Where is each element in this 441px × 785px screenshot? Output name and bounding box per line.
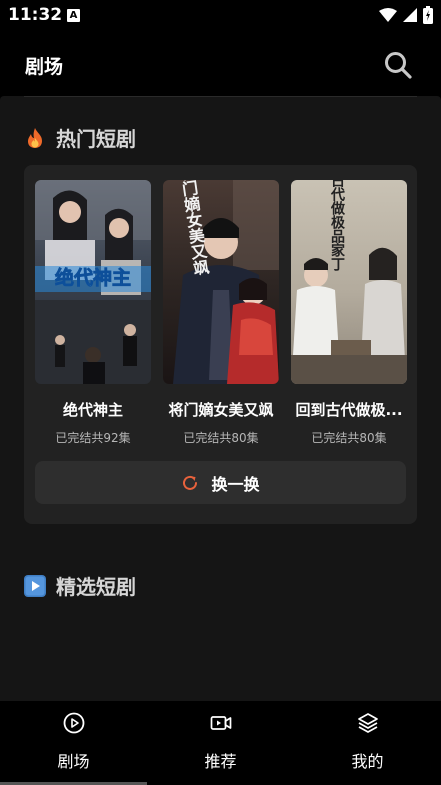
hot-dramas-card: 绝代神主 绝代神主 已完结共92集 将门嫡女美又飒 将门嫡女美又飒 已完结共80… [24, 165, 417, 524]
tab-label: 剧场 [57, 752, 90, 771]
fire-icon [28, 127, 42, 148]
wifi-icon [379, 8, 397, 22]
search-icon [385, 52, 412, 79]
signal-icon [403, 8, 417, 22]
tab-mine[interactable]: 我的 [294, 711, 441, 781]
drama-card[interactable]: 绝代神主 绝代神主 已完结共92集 [35, 180, 151, 446]
drama-poster[interactable]: 绝代神主 [35, 180, 151, 384]
tab-label: 我的 [351, 752, 384, 771]
drama-card[interactable]: 回到古代做极品家丁 回到古代做极... 已完结共80集 [291, 180, 407, 446]
tab-label: 推荐 [204, 752, 237, 771]
layers-icon [357, 713, 378, 733]
refresh-label: 换一换 [211, 474, 260, 494]
drama-list: 绝代神主 绝代神主 已完结共92集 将门嫡女美又飒 将门嫡女美又飒 已完结共80… [35, 180, 407, 446]
drama-poster[interactable]: 回到古代做极品家丁 [291, 180, 407, 384]
poster-title: 绝代神主 [55, 266, 131, 289]
play-circle-icon [63, 712, 84, 734]
refresh-button[interactable]: 换一换 [35, 461, 406, 504]
featured-section-title: 精选短剧 [56, 575, 136, 599]
notification-badge-icon: A [67, 9, 80, 22]
hot-section-header: 热门短剧 [24, 123, 136, 152]
drama-poster[interactable]: 将门嫡女美又飒 [163, 180, 279, 384]
drama-title: 回到古代做极... [295, 401, 403, 419]
battery-icon [423, 6, 433, 24]
drama-title: 绝代神主 [62, 401, 123, 419]
drama-episodes: 已完结共80集 [311, 431, 387, 445]
bottom-tab-bar: 剧场 推荐 我的 [0, 701, 441, 785]
status-bar: 11:32 A [0, 0, 441, 32]
poster-image: 绝代神主 [35, 180, 151, 384]
drama-episodes: 已完结共80集 [183, 431, 259, 445]
poster-title: 回到古代做极品家丁 [329, 180, 346, 272]
hot-section-title: 热门短剧 [56, 127, 136, 151]
divider [24, 96, 417, 97]
status-icons [379, 6, 433, 24]
drama-card[interactable]: 将门嫡女美又飒 将门嫡女美又飒 已完结共80集 [163, 180, 279, 446]
tab-recommend[interactable]: 推荐 [147, 711, 294, 781]
search-button[interactable] [383, 50, 413, 80]
poster-image: 将门嫡女美又飒 [163, 180, 279, 384]
status-time: 11:32 [8, 5, 63, 25]
app-header: 剧场 [0, 32, 441, 96]
poster-image: 回到古代做极品家丁 [291, 180, 407, 384]
main-content: 热门短剧 绝代神主 绝代神主 已完结共92集 将门嫡女美又飒 将门嫡女美又飒 已… [0, 96, 441, 701]
play-square-icon [24, 574, 46, 597]
tab-theater[interactable]: 剧场 [0, 711, 147, 781]
page-title: 剧场 [25, 56, 64, 78]
featured-section-header: 精选短剧 [24, 571, 136, 600]
refresh-icon [183, 475, 198, 490]
drama-episodes: 已完结共92集 [55, 431, 131, 445]
drama-title: 将门嫡女美又飒 [168, 401, 274, 419]
video-icon [210, 716, 231, 730]
